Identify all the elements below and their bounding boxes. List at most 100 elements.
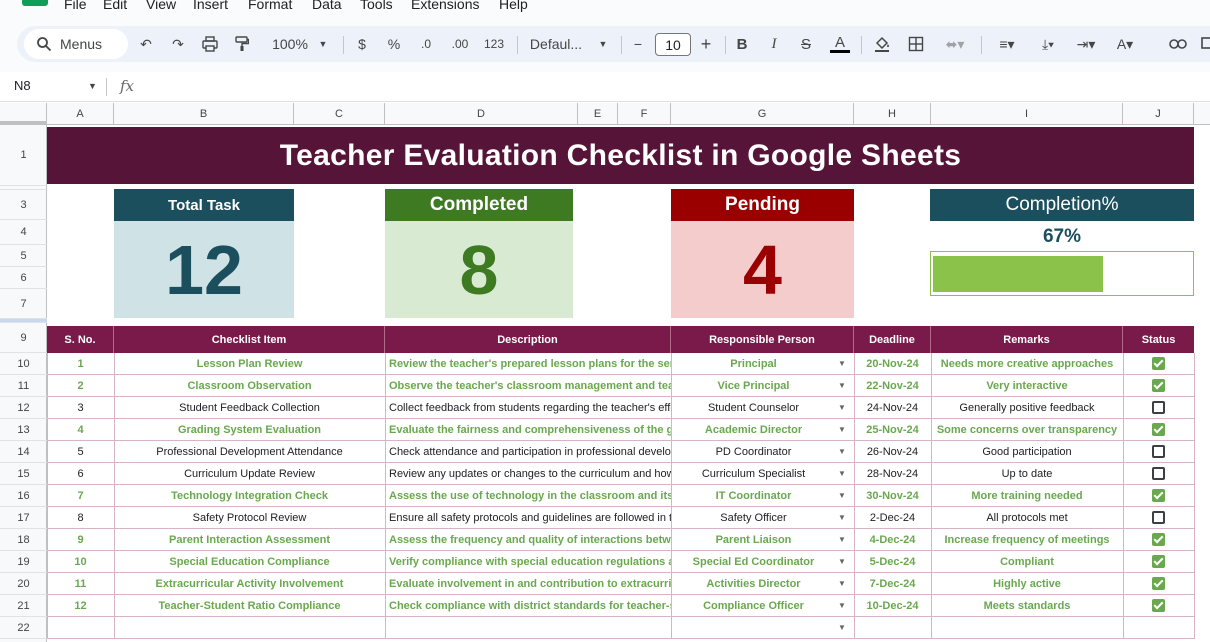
decrease-font-size-icon[interactable]: − xyxy=(627,26,649,62)
insert-link-icon[interactable] xyxy=(1165,26,1191,62)
text-wrap-icon[interactable]: ⇥▾ xyxy=(1069,26,1103,62)
dropdown-chevron-down-icon[interactable]: ▼ xyxy=(838,359,846,368)
row-header[interactable]: 20 xyxy=(0,573,47,595)
status-checkbox[interactable] xyxy=(1152,357,1165,370)
sheet-grid[interactable]: Teacher Evaluation Checklist in Google S… xyxy=(47,125,1210,642)
merge-cells-icon[interactable]: ⬌▾ xyxy=(937,26,973,62)
currency-format-button[interactable]: $ xyxy=(351,26,373,62)
column-header-d[interactable]: D xyxy=(385,103,578,125)
borders-icon[interactable] xyxy=(903,26,929,62)
row-header[interactable]: 7 xyxy=(0,289,47,319)
italic-icon[interactable]: I xyxy=(763,26,785,62)
dropdown-chevron-down-icon[interactable]: ▼ xyxy=(838,403,846,412)
row-header[interactable]: 12 xyxy=(0,397,47,419)
dropdown-chevron-down-icon[interactable]: ▼ xyxy=(838,535,846,544)
column-header-i[interactable]: I xyxy=(931,103,1123,125)
text-color-icon[interactable]: A xyxy=(827,26,853,62)
dropdown-chevron-down-icon[interactable]: ▼ xyxy=(838,557,846,566)
percent-format-button[interactable]: % xyxy=(383,26,405,62)
number-format-button[interactable]: 123 xyxy=(479,26,509,62)
dropdown-chevron-down-icon[interactable]: ▼ xyxy=(838,513,846,522)
select-all-corner[interactable] xyxy=(0,103,47,125)
row-header[interactable]: 4 xyxy=(0,220,47,245)
fill-color-icon[interactable] xyxy=(869,26,895,62)
cell-responsible-person[interactable]: Parent Liaison xyxy=(671,529,836,551)
menu-insert[interactable]: Insert xyxy=(193,0,228,12)
vertical-align-icon[interactable]: ⤓▾ xyxy=(1031,26,1065,62)
menus-search[interactable]: Menus xyxy=(24,29,128,59)
menu-file[interactable]: File xyxy=(64,0,87,12)
zoom-chevron-down-icon[interactable]: ▼ xyxy=(315,26,331,62)
menu-view[interactable]: View xyxy=(146,0,176,12)
strikethrough-icon[interactable]: S xyxy=(795,26,817,62)
sheets-logo-icon[interactable] xyxy=(22,0,48,6)
cell-responsible-person[interactable]: IT Coordinator xyxy=(671,485,836,507)
row-header[interactable]: 19 xyxy=(0,551,47,573)
status-checkbox[interactable] xyxy=(1152,555,1165,568)
column-header-j[interactable]: J xyxy=(1123,103,1194,125)
cell-responsible-person[interactable]: Principal xyxy=(671,353,836,375)
dropdown-chevron-down-icon[interactable]: ▼ xyxy=(838,381,846,390)
row-header[interactable]: 5 xyxy=(0,245,47,267)
cell-responsible-person[interactable]: PD Coordinator xyxy=(671,441,836,463)
row-header[interactable]: 6 xyxy=(0,267,47,289)
insert-comment-icon[interactable] xyxy=(1197,26,1210,62)
cell-responsible-person[interactable]: Academic Director xyxy=(671,419,836,441)
increase-font-size-icon[interactable]: + xyxy=(695,26,717,62)
print-icon[interactable] xyxy=(197,26,223,62)
dropdown-chevron-down-icon[interactable]: ▼ xyxy=(838,579,846,588)
row-header[interactable]: 21 xyxy=(0,595,47,617)
row-header[interactable]: 22 xyxy=(0,617,47,639)
cell-responsible-person[interactable]: Curriculum Specialist xyxy=(671,463,836,485)
row-header[interactable]: 10 xyxy=(0,353,47,375)
row-header[interactable]: 1 xyxy=(0,125,47,186)
row-header[interactable]: 13 xyxy=(0,419,47,441)
undo-icon[interactable]: ↶ xyxy=(133,26,159,62)
name-box[interactable]: N8 xyxy=(14,78,31,93)
column-header-b[interactable]: B xyxy=(114,103,294,125)
menu-help[interactable]: Help xyxy=(499,0,528,12)
menu-tools[interactable]: Tools xyxy=(360,0,393,12)
dropdown-chevron-down-icon[interactable]: ▼ xyxy=(838,623,846,632)
column-header-f[interactable]: F xyxy=(618,103,671,125)
dropdown-chevron-down-icon[interactable]: ▼ xyxy=(838,469,846,478)
status-checkbox[interactable] xyxy=(1152,401,1165,414)
dropdown-chevron-down-icon[interactable]: ▼ xyxy=(838,425,846,434)
zoom-select[interactable]: 100% xyxy=(265,26,315,62)
name-box-chevron-down-icon[interactable]: ▼ xyxy=(88,81,97,91)
row-header[interactable]: 15 xyxy=(0,463,47,485)
column-header-c[interactable]: C xyxy=(294,103,385,125)
cell-responsible-person[interactable]: Activities Director xyxy=(671,573,836,595)
paint-format-icon[interactable] xyxy=(229,26,255,62)
column-header-h[interactable]: H xyxy=(854,103,931,125)
row-header[interactable]: 11 xyxy=(0,375,47,397)
status-checkbox[interactable] xyxy=(1152,577,1165,590)
status-checkbox[interactable] xyxy=(1152,445,1165,458)
cell-responsible-person[interactable]: Student Counselor xyxy=(671,397,836,419)
horizontal-align-icon[interactable]: ≡▾ xyxy=(987,26,1027,62)
row-header[interactable]: 16 xyxy=(0,485,47,507)
cell-responsible-person[interactable]: Compliance Officer xyxy=(671,595,836,617)
status-checkbox[interactable] xyxy=(1152,599,1165,612)
menu-format[interactable]: Format xyxy=(248,0,292,12)
dropdown-chevron-down-icon[interactable]: ▼ xyxy=(838,491,846,500)
row-header[interactable]: 14 xyxy=(0,441,47,463)
cell-responsible-person[interactable]: Vice Principal xyxy=(671,375,836,397)
column-header-e[interactable]: E xyxy=(578,103,618,125)
status-checkbox[interactable] xyxy=(1152,467,1165,480)
row-header[interactable]: 3 xyxy=(0,190,47,220)
redo-icon[interactable]: ↷ xyxy=(165,26,191,62)
status-checkbox[interactable] xyxy=(1152,511,1165,524)
menu-edit[interactable]: Edit xyxy=(103,0,127,12)
dropdown-chevron-down-icon[interactable]: ▼ xyxy=(838,447,846,456)
bold-icon[interactable]: B xyxy=(731,26,753,62)
status-checkbox[interactable] xyxy=(1152,533,1165,546)
font-chevron-down-icon[interactable]: ▼ xyxy=(595,26,611,62)
decrease-decimal-button[interactable]: .0 xyxy=(415,26,437,62)
cell-responsible-person[interactable]: Special Ed Coordinator xyxy=(671,551,836,573)
row-header[interactable]: 9 xyxy=(0,323,47,353)
status-checkbox[interactable] xyxy=(1152,379,1165,392)
menu-data[interactable]: Data xyxy=(312,0,342,12)
cell-responsible-person[interactable]: Safety Officer xyxy=(671,507,836,529)
status-checkbox[interactable] xyxy=(1152,423,1165,436)
